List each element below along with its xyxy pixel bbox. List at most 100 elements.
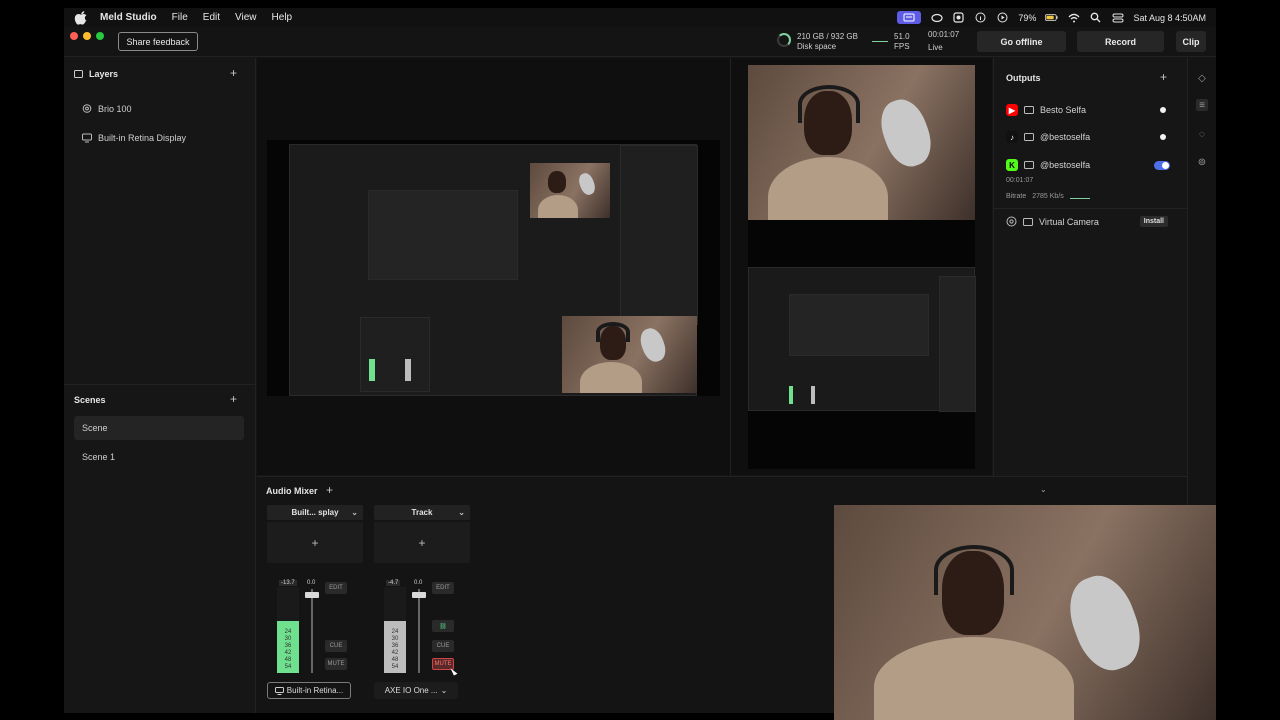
- layers-title: Layers: [89, 69, 119, 79]
- close-window-icon[interactable]: [70, 32, 78, 40]
- mute-button[interactable]: MUTE: [325, 658, 347, 670]
- fader-value: 0.0: [414, 580, 423, 586]
- bitrate-row: Bitrate 2785 Kb/s: [1006, 193, 1090, 200]
- list-icon[interactable]: ≡: [1196, 99, 1208, 111]
- nested-mixer: [360, 317, 430, 392]
- edit-button[interactable]: EDIT: [325, 582, 347, 594]
- volume-fader-track[interactable]: [311, 589, 313, 673]
- layers-icon: [74, 70, 83, 78]
- share-feedback-button[interactable]: Share feedback: [118, 32, 198, 51]
- menu-file[interactable]: File: [172, 12, 188, 23]
- add-layer-icon[interactable]: +: [230, 66, 237, 80]
- output-status-dot: [1160, 107, 1166, 113]
- cue-button[interactable]: CUE: [325, 640, 347, 652]
- layer-item-brio[interactable]: Brio 100: [82, 104, 132, 114]
- scene-item[interactable]: Scene: [74, 416, 244, 440]
- search-icon[interactable]: [1089, 11, 1102, 24]
- bitrate-value: 2785 Kb/s: [1032, 193, 1064, 200]
- youtube-icon: ▶: [1006, 104, 1018, 116]
- cue-button[interactable]: CUE: [432, 640, 454, 652]
- edit-button[interactable]: EDIT: [432, 582, 454, 594]
- output-item-tiktok[interactable]: ♪ @bestoselfa: [1006, 131, 1176, 143]
- menu-help[interactable]: Help: [272, 12, 293, 23]
- collapse-mixer-chevron-icon[interactable]: ⌄: [1040, 485, 1047, 494]
- output-status-dot: [1160, 134, 1166, 140]
- menubar-clock[interactable]: Sat Aug 8 4:50AM: [1133, 13, 1206, 23]
- output-item-kick[interactable]: K @bestoselfa: [1006, 159, 1176, 171]
- device-name: Built-in Retina...: [286, 686, 344, 695]
- output-label: @bestoselfa: [1040, 160, 1091, 170]
- camera-icon: [82, 104, 92, 113]
- menu-app-name[interactable]: Meld Studio: [100, 12, 157, 23]
- add-scene-icon[interactable]: +: [230, 392, 237, 406]
- volume-fader-track[interactable]: [418, 589, 420, 673]
- play-circle-icon[interactable]: [996, 11, 1009, 24]
- link-icon[interactable]: ⛓: [432, 620, 454, 632]
- webcam-layer[interactable]: [562, 316, 697, 393]
- output-label: @bestoselfa: [1040, 132, 1091, 142]
- virtual-camera-item: Virtual Camera Install: [1006, 216, 1176, 227]
- diamond-icon[interactable]: ◇: [1196, 72, 1208, 84]
- bitrate-label: Bitrate: [1006, 193, 1027, 200]
- audio-device-selector[interactable]: AXE IO One ... ⌄: [374, 682, 458, 699]
- minimize-window-icon[interactable]: [83, 32, 91, 40]
- add-filter-button[interactable]: +: [374, 522, 470, 563]
- edit-canvas[interactable]: [267, 140, 720, 396]
- chat-icon[interactable]: ◌: [1196, 128, 1208, 140]
- go-offline-button[interactable]: Go offline: [977, 31, 1066, 52]
- control-center-icon[interactable]: [1111, 11, 1124, 24]
- app-tray-icon[interactable]: [952, 11, 965, 24]
- strip-header[interactable]: Built... splay ⌄: [267, 505, 363, 520]
- output-live-toggle[interactable]: [1154, 160, 1170, 170]
- menu-view[interactable]: View: [235, 12, 257, 23]
- add-output-icon[interactable]: +: [1160, 70, 1167, 84]
- output-item-youtube[interactable]: ▶ Besto Selfa: [1006, 104, 1176, 116]
- meter-scale: 24 30 36 42 48 54: [391, 629, 399, 670]
- wifi-icon[interactable]: [1067, 11, 1080, 24]
- layer-label: Brio 100: [98, 104, 132, 114]
- install-button[interactable]: Install: [1139, 216, 1168, 227]
- broadcast-icon[interactable]: ⊚: [1196, 156, 1208, 168]
- battery-icon[interactable]: [1045, 11, 1059, 24]
- scenes-title: Scenes: [74, 395, 106, 405]
- layer-item-display[interactable]: Built-in Retina Display: [82, 133, 186, 143]
- strip-header[interactable]: Track ⌄: [374, 505, 470, 520]
- disk-space-label: Disk space: [797, 42, 837, 51]
- creative-cloud-icon[interactable]: [930, 11, 943, 24]
- add-filter-button[interactable]: +: [267, 522, 363, 563]
- bitrate-sparkline-icon: [1069, 193, 1090, 199]
- screen-share-icon[interactable]: [897, 11, 922, 24]
- display-icon: [1024, 133, 1034, 141]
- camera-icon: [1006, 216, 1017, 227]
- program-canvas[interactable]: [748, 65, 976, 469]
- display-icon: [1024, 161, 1034, 169]
- audio-device-selector[interactable]: Built-in Retina...: [267, 682, 351, 699]
- battery-percent: 79%: [1018, 12, 1037, 23]
- panel-divider: [64, 384, 256, 385]
- virtual-camera-label: Virtual Camera: [1039, 216, 1099, 227]
- clip-button[interactable]: Clip: [1176, 31, 1206, 52]
- webcam-overlay: [834, 505, 1216, 720]
- live-label: Live: [928, 43, 943, 52]
- record-button[interactable]: Record: [1077, 31, 1164, 52]
- volume-fader-handle[interactable]: [305, 592, 319, 598]
- chevron-down-icon: ⌄: [440, 686, 448, 695]
- volume-fader-handle[interactable]: [412, 592, 426, 598]
- info-icon[interactable]: [974, 11, 987, 24]
- device-name: AXE IO One ...: [384, 686, 438, 695]
- chevron-down-icon: ⌄: [458, 508, 465, 517]
- zoom-window-icon[interactable]: [96, 32, 104, 40]
- app-toolbar: Share feedback 210 GB / 932 GB Disk spac…: [64, 27, 1216, 57]
- scenes-header: Scenes: [74, 395, 106, 405]
- strip-name: Built... splay: [291, 508, 339, 517]
- scene-item[interactable]: Scene 1: [74, 445, 244, 469]
- apple-icon[interactable]: [74, 10, 88, 25]
- nested-preview: [368, 190, 518, 280]
- live-time: 00:01:07: [928, 30, 960, 39]
- menu-edit[interactable]: Edit: [203, 12, 220, 23]
- left-panel: Layers + Brio 100 Built-in Retina Displa…: [64, 58, 256, 713]
- add-audio-track-icon[interactable]: +: [326, 483, 333, 497]
- macos-menubar: Meld Studio File Edit View Help 79% Sat …: [64, 8, 1216, 27]
- meter-peak-value: -4.7: [386, 580, 401, 586]
- outputs-header: Outputs: [1006, 73, 1041, 83]
